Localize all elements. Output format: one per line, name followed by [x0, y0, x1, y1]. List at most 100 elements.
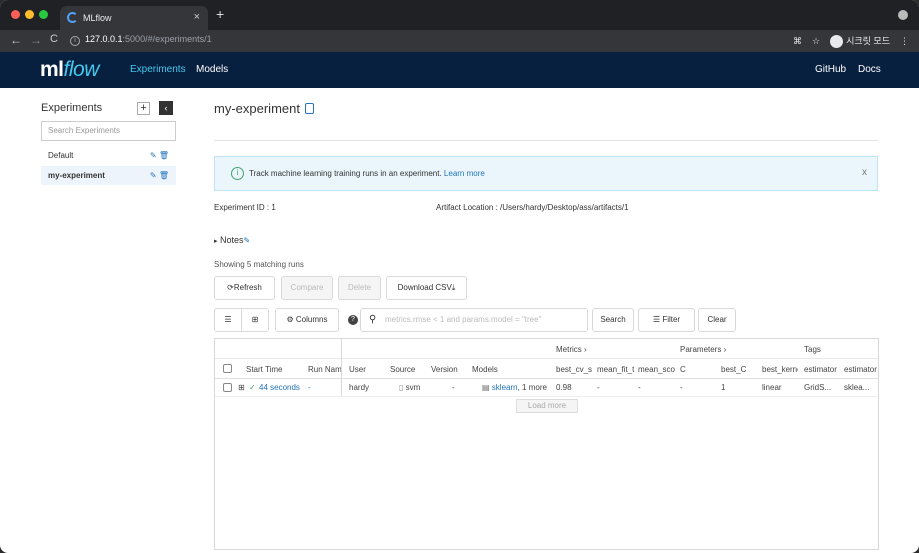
minimize-window-button[interactable]: [25, 10, 34, 19]
download-csv-button[interactable]: Download CSV⤓: [386, 276, 467, 300]
nav-experiments[interactable]: Experiments: [130, 64, 186, 75]
collapse-sidebar-button[interactable]: ‹: [159, 101, 173, 115]
column-header[interactable]: C: [680, 365, 714, 374]
browser-menu-icon[interactable]: ⋮: [900, 36, 909, 47]
experiment-title: my-experiment: [214, 101, 300, 116]
sidebar-item-my-experiment[interactable]: my-experiment ✎ 🗑: [41, 166, 176, 185]
column-header-row: Start Time Run Name User Source Version …: [215, 359, 878, 379]
trash-icon[interactable]: 🗑: [159, 171, 169, 180]
bookmark-star-icon[interactable]: ☆: [812, 36, 820, 47]
back-arrow-icon[interactable]: ←: [10, 33, 22, 47]
alert-message: Track machine learning training runs in …: [249, 169, 442, 178]
group-header-metrics[interactable]: Metrics ›: [556, 345, 587, 354]
list-view-button[interactable]: ☰: [214, 308, 242, 332]
new-tab-button[interactable]: +: [216, 6, 224, 22]
column-header[interactable]: Source: [390, 365, 424, 374]
alert-close-icon[interactable]: x: [862, 167, 867, 178]
search-experiments-input[interactable]: Search Experiments: [41, 121, 176, 141]
runs-search-input[interactable]: ⚲ metrics.rmse < 1 and params.model = "tr…: [360, 308, 588, 332]
column-header[interactable]: User: [349, 365, 383, 374]
site-info-icon[interactable]: i: [70, 36, 80, 46]
models-cell[interactable]: ▤ sklearn, 1 more: [482, 383, 547, 392]
list-icon: ☰: [224, 315, 232, 324]
edit-icon[interactable]: ✎: [150, 171, 157, 180]
column-header[interactable]: Start Time: [246, 365, 301, 374]
source-cell[interactable]: ▯ svm: [399, 383, 420, 392]
compare-button[interactable]: Compare: [281, 276, 333, 300]
search-help-icon[interactable]: ?: [348, 315, 358, 325]
select-all-checkbox[interactable]: [223, 364, 232, 373]
model-icon: ▤: [482, 383, 490, 392]
logo-flow: flow: [63, 58, 100, 81]
clear-button[interactable]: Clear: [698, 308, 736, 332]
table-row[interactable]: ⊞ ✓ 44 seconds - hardy ▯ svm - ▤ sklearn…: [215, 379, 878, 397]
runs-search-placeholder: metrics.rmse < 1 and params.model = "tre…: [385, 315, 542, 324]
logo-ml: ml: [40, 58, 64, 81]
column-header[interactable]: estimator: [844, 365, 878, 374]
maximize-window-button[interactable]: [39, 10, 48, 19]
copy-icon[interactable]: [305, 103, 314, 114]
experiment-id-label: Experiment ID :: [214, 203, 270, 212]
translate-icon[interactable]: ⌘: [793, 36, 802, 47]
group-header-parameters[interactable]: Parameters ›: [680, 345, 726, 354]
sidebar-item-label: my-experiment: [48, 171, 105, 180]
model-link[interactable]: sklearn: [492, 383, 518, 392]
mlflow-logo[interactable]: mlflow: [40, 58, 99, 82]
mean-fit-time-cell: -: [597, 383, 600, 392]
run-name-cell: -: [308, 383, 311, 392]
address-bar[interactable]: i 127.0.0.1:5000/#/experiments/1: [70, 34, 212, 46]
filter-icon: ☰: [652, 315, 661, 324]
sidebar-item-default[interactable]: Default ✎ 🗑: [41, 146, 176, 165]
close-window-button[interactable]: [11, 10, 20, 19]
user-cell: hardy: [349, 383, 370, 392]
incognito-icon: [830, 35, 844, 49]
column-header[interactable]: estimator: [804, 365, 840, 374]
grid-view-button[interactable]: ⊞: [241, 308, 269, 332]
artifact-location-label: Artifact Location :: [436, 203, 498, 212]
column-header[interactable]: Version: [431, 365, 465, 374]
expand-row-icon[interactable]: ⊞: [238, 383, 245, 392]
best-cv-score-cell: 0.98: [556, 383, 572, 392]
row-checkbox[interactable]: [223, 383, 232, 392]
column-header[interactable]: best_C: [721, 365, 755, 374]
column-header[interactable]: best_cv_score: [556, 365, 592, 374]
edit-notes-icon[interactable]: ✎: [244, 236, 251, 245]
runs-table: Metrics › Parameters › Tags Start Time R…: [214, 338, 879, 550]
learn-more-link[interactable]: Learn more: [444, 169, 485, 178]
column-header[interactable]: best_kernel: [762, 365, 798, 374]
reload-icon[interactable]: C: [50, 33, 58, 45]
search-button[interactable]: Search: [592, 308, 634, 332]
browser-tab[interactable]: MLflow ×: [60, 6, 208, 30]
incognito-indicator[interactable]: 시크릿 모드: [830, 34, 890, 49]
notes-toggle[interactable]: ▸ Notes✎: [214, 235, 250, 245]
nav-models[interactable]: Models: [196, 64, 228, 75]
forward-arrow-icon[interactable]: →: [30, 33, 42, 47]
refresh-label: Refresh: [233, 283, 262, 292]
profile-icon[interactable]: [898, 10, 908, 20]
artifact-location: Artifact Location : /Users/hardy/Desktop…: [436, 203, 629, 212]
estimator-cell: sklea...: [844, 383, 870, 392]
nav-github[interactable]: GitHub: [815, 64, 846, 75]
browser-window: MLflow × + ← → C i 127.0.0.1:5000/#/exper…: [0, 0, 919, 553]
tab-close-icon[interactable]: ×: [194, 11, 200, 23]
nav-docs[interactable]: Docs: [858, 64, 881, 75]
column-header[interactable]: Run Name: [308, 365, 342, 374]
edit-icon[interactable]: ✎: [150, 151, 157, 160]
column-header[interactable]: mean_score_time: [638, 365, 675, 374]
sidebar-item-label: Default: [48, 151, 74, 160]
refresh-button[interactable]: ⟳Refresh: [214, 276, 275, 300]
columns-button[interactable]: ⚙ Columns: [275, 308, 339, 332]
mlflow-header: mlflow Experiments Models GitHub Docs: [0, 52, 919, 88]
load-more-button[interactable]: Load more: [516, 399, 578, 413]
source-value: svm: [405, 383, 421, 392]
column-header[interactable]: Models: [472, 365, 506, 374]
column-group-header: Metrics › Parameters › Tags: [215, 339, 878, 359]
model-more: , 1 more: [517, 383, 547, 392]
estimator-cell: GridS...: [804, 383, 832, 392]
trash-icon[interactable]: 🗑: [159, 151, 169, 160]
column-header[interactable]: mean_fit_time: [597, 365, 634, 374]
start-time-link[interactable]: 44 seconds: [259, 383, 300, 392]
add-experiment-button[interactable]: +: [137, 102, 150, 115]
filter-button[interactable]: ☰ Filter: [638, 308, 695, 332]
delete-button[interactable]: Delete: [338, 276, 381, 300]
